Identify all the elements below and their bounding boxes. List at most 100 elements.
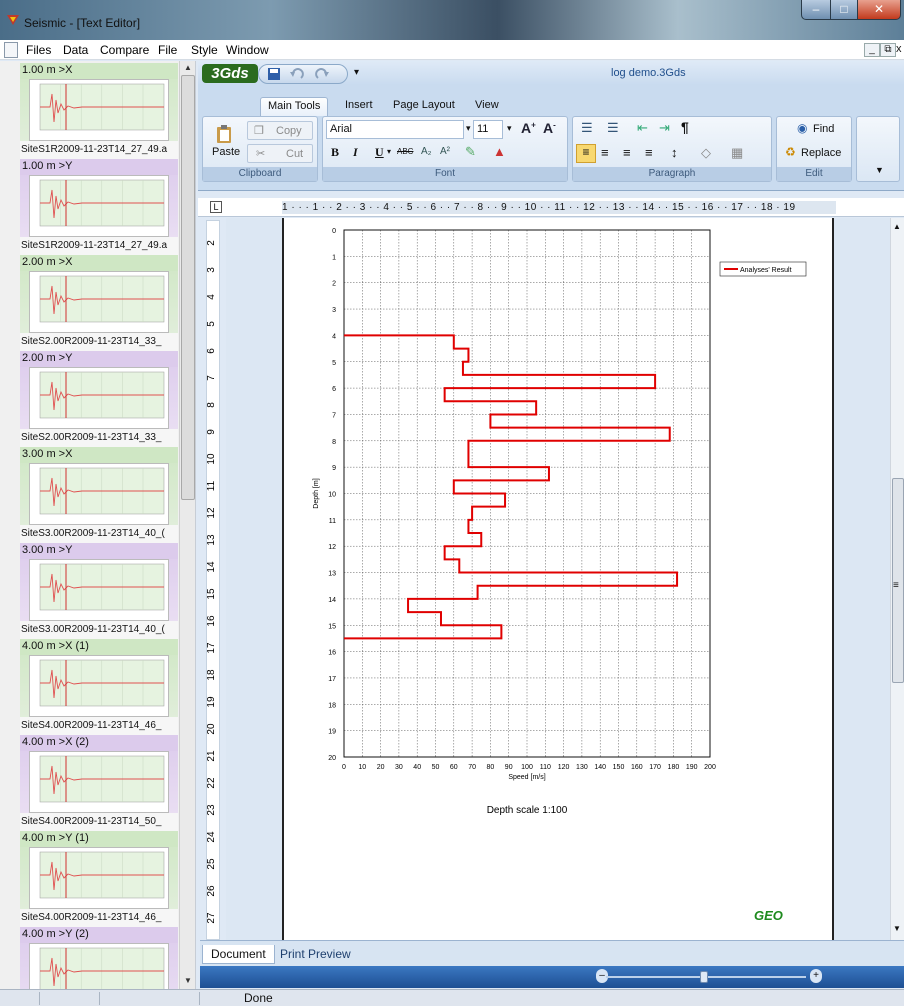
font-color-icon[interactable]: ▲ [493,144,506,159]
y-tick-label: 7 [332,412,336,419]
bullets-icon[interactable]: ☰ [581,120,593,136]
font-size-dropdown-icon[interactable]: ▾ [507,123,512,134]
thumbnail-plot [29,79,169,141]
y-tick-label: 2 [332,281,336,288]
scroll-down-icon[interactable]: ▼ [893,924,901,933]
tab-insert[interactable]: Insert [338,97,380,116]
vertical-ruler-numbers: 2345678910111213141516171819202122232425… [206,240,217,924]
measurement-thumbnail[interactable]: 2.00 m >X SiteS2.00R2009-11-23T14_33_ [20,255,178,351]
thumbnail-filename: SiteS4.00R2009-11-23T14_46_ [20,717,178,735]
vertical-ruler-number: 22 [207,777,217,789]
scroll-up-icon[interactable]: ▲ [893,222,901,231]
mdi-restore-button[interactable]: ⧉ [880,43,896,57]
highlight-icon[interactable]: ✎ [465,144,476,160]
zoom-slider-thumb[interactable] [700,971,708,983]
justify-icon[interactable]: ≡ [645,145,653,160]
font-group: Arial ▾ 11 ▾ A+ A- B I U ▾ ABC A₂ A² ✎ ▲… [322,116,568,182]
menu-window[interactable]: Window [226,43,269,57]
left-scrollbar[interactable]: ▲ ▼ [179,61,195,989]
paragraph-group: ☰ ☰ ⇤ ⇥ ¶ ≡ ≡ ≡ ≡ ↕ ◇ ▦ Paragraph [572,116,772,182]
tab-print-preview[interactable]: Print Preview [272,945,359,963]
measurement-thumbnail[interactable]: 1.00 m >X SiteS1R2009-11-23T14_27_49.a [20,63,178,159]
y-tick-label: 8 [332,439,336,446]
shrink-font-icon[interactable]: A- [543,120,556,136]
measurement-list-panel: 1.00 m >X SiteS1R2009-11-23T14_27_49.a 1.0… [0,61,196,989]
x-axis-label: Speed [m/s] [508,774,545,781]
measurement-thumbnail[interactable]: 4.00 m >Y (2) [20,927,178,989]
x-tick-label: 40 [413,764,421,771]
measurement-thumbnail[interactable]: 3.00 m >X SiteS3.00R2009-11-23T14_40_( [20,447,178,543]
tab-stop-selector[interactable]: L [210,201,222,213]
left-scrollbar-thumb[interactable] [181,75,195,500]
tab-view[interactable]: View [468,97,506,116]
subscript-icon[interactable]: A₂ [421,146,432,157]
shading-icon[interactable]: ◇ [701,145,711,161]
menu-compare[interactable]: Compare [100,43,149,57]
underline-button[interactable]: U [375,145,384,160]
menu-data[interactable]: Data [63,43,88,57]
app-logo[interactable]: 3Gds [202,64,258,83]
tab-main-tools[interactable]: Main Tools [260,97,329,116]
menu-files[interactable]: Files [26,43,51,57]
superscript-icon[interactable]: A² [440,146,450,157]
close-button[interactable]: ✕ [857,0,901,20]
tab-page-layout[interactable]: Page Layout [386,97,462,116]
measurement-thumbnail[interactable]: 4.00 m >Y (1) SiteS4.00R2009-11-23T14_46_ [20,831,178,927]
tab-document[interactable]: Document [202,945,275,964]
font-family-select[interactable]: Arial [326,120,464,139]
align-center-icon[interactable]: ≡ [601,145,609,160]
maximize-button[interactable]: □ [830,0,858,20]
thumbnail-plot [29,175,169,237]
measurement-thumbnail[interactable]: 3.00 m >Y SiteS3.00R2009-11-23T14_40_( [20,543,178,639]
undo-icon[interactable] [289,67,305,81]
align-right-icon[interactable]: ≡ [623,145,631,160]
line-spacing-icon[interactable]: ↕ [671,145,678,160]
qat-dropdown-icon[interactable]: ▾ [354,67,359,78]
copy-button[interactable]: ❐ Copy [247,121,313,140]
paste-button[interactable]: Paste [212,146,240,158]
align-left-icon[interactable]: ≡ [576,144,596,163]
replace-button[interactable]: Replace [801,147,841,159]
bold-button[interactable]: B [331,145,339,160]
mdi-close-button[interactable]: x [896,43,904,57]
clipboard-group-label: Clipboard [203,167,317,181]
numbering-icon[interactable]: ☰ [607,120,619,136]
scroll-down-icon[interactable]: ▼ [182,975,194,987]
copy-icon: ❐ [254,125,264,137]
grow-font-icon[interactable]: A+ [521,120,536,136]
increase-indent-icon[interactable]: ⇥ [659,120,670,136]
measurement-thumbnail[interactable]: 4.00 m >X (1) SiteS4.00R2009-11-23T14_46_ [20,639,178,735]
save-icon[interactable] [267,67,281,81]
decrease-indent-icon[interactable]: ⇤ [637,120,648,136]
find-button[interactable]: Find [813,123,834,135]
y-axis-label: Depth [m] [313,478,320,508]
menu-file[interactable]: File [158,43,177,57]
measurement-thumbnail[interactable]: 2.00 m >Y SiteS2.00R2009-11-23T14_33_ [20,351,178,447]
mdi-minimize-button[interactable]: _ [864,43,880,57]
ribbon-tabs: Main Tools Insert Page Layout View [198,94,904,116]
vertical-ruler-number: 26 [207,885,217,897]
cut-button[interactable]: ✂ Cut [247,144,313,163]
scroll-up-icon[interactable]: ▲ [182,62,194,74]
title-bar[interactable]: Seismic - [Text Editor] – □ ✕ [0,0,904,40]
menu-style[interactable]: Style [191,43,218,57]
font-group-label: Font [323,167,567,181]
italic-button[interactable]: I [353,145,358,160]
measurement-thumbnail[interactable]: 1.00 m >Y SiteS1R2009-11-23T14_27_49.a [20,159,178,255]
zoom-in-icon[interactable]: + [810,969,822,983]
thumbnail-title: 3.00 m >X [20,447,178,463]
font-size-select[interactable]: 11 [473,120,503,139]
ribbon-expand-icon[interactable]: ▼ [875,165,884,175]
measurement-thumbnail[interactable]: 4.00 m >X (2) SiteS4.00R2009-11-23T14_50_ [20,735,178,831]
show-formatting-icon[interactable]: ¶ [681,119,689,135]
underline-dropdown-icon[interactable]: ▾ [387,147,391,156]
document-page[interactable]: 0 10 20 30 40 50 60 70 80 90 100 110 120 130 140 150 160… [251,218,834,940]
horizontal-ruler[interactable]: L 1 · · · 1 · · 2 · · 3 · · 4 · · 5 · · … [198,198,904,217]
redo-icon[interactable] [314,67,330,81]
paste-icon[interactable] [215,124,233,144]
document-scrollbar[interactable]: ▲ ≡ ▼ [890,218,904,940]
strikethrough-button[interactable]: ABC [397,147,413,156]
minimize-button[interactable]: – [801,0,831,20]
font-family-dropdown-icon[interactable]: ▾ [466,123,471,134]
borders-icon[interactable]: ▦ [731,145,743,161]
